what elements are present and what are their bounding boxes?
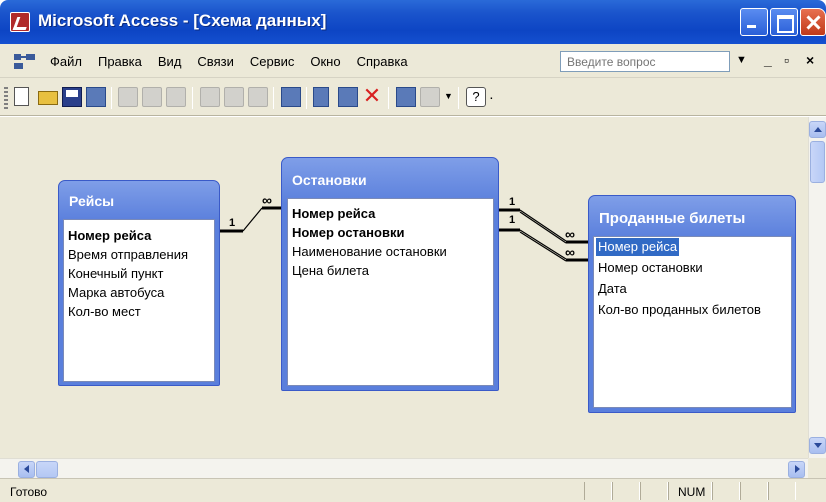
field-list[interactable]: Номер рейса Время отправления Конечный п… [63, 219, 215, 382]
status-text: Готово [10, 485, 48, 499]
print-icon[interactable] [118, 87, 138, 107]
close-button[interactable] [800, 8, 826, 36]
field-item-selected[interactable]: Номер рейса [596, 238, 680, 256]
spelling-icon[interactable] [166, 87, 186, 107]
help-icon[interactable]: ? [466, 87, 486, 107]
field-item[interactable]: Наименование остановки [292, 243, 447, 261]
menu-relationships[interactable]: Связи [197, 54, 233, 69]
field-list[interactable]: Номер рейса Номер остановки Дата Кол-во … [593, 236, 792, 408]
status-cell [768, 482, 796, 500]
relation-line[interactable] [519, 229, 567, 260]
toolbar-grip[interactable] [4, 87, 8, 109]
maximize-button[interactable] [770, 8, 798, 36]
doc-restore-button[interactable]: ▫ [784, 52, 789, 68]
vertical-scroll-thumb[interactable] [810, 141, 825, 183]
new-object-dropdown-icon[interactable]: ▼ [444, 91, 453, 101]
doc-minimize-button[interactable]: _ [764, 52, 772, 68]
relation-line[interactable] [519, 211, 567, 244]
relation-line[interactable] [242, 207, 263, 232]
status-cell [612, 482, 640, 500]
toolbar-separator [458, 87, 459, 109]
menu-edit[interactable]: Правка [98, 54, 142, 69]
doc-close-button[interactable]: × [806, 52, 814, 68]
relation-many-label: ∞ [262, 192, 272, 208]
vertical-scrollbar[interactable] [808, 117, 826, 458]
table-title[interactable]: Проданные билеты [599, 210, 745, 227]
field-item-key[interactable]: Номер остановки [292, 224, 404, 242]
new-object-icon[interactable] [420, 87, 440, 107]
horizontal-scroll-thumb[interactable] [36, 461, 58, 478]
horizontal-scrollbar[interactable] [0, 458, 808, 478]
status-cell [640, 482, 668, 500]
copy-icon[interactable] [224, 87, 244, 107]
status-cell [712, 482, 740, 500]
relation-one-label: 1 [509, 196, 515, 208]
toolbar-separator [273, 87, 274, 109]
status-bar: Готово NUM [0, 478, 826, 502]
paste-icon[interactable] [248, 87, 268, 107]
save-icon[interactable] [62, 87, 82, 107]
table-prodannye-bilety[interactable]: Проданные билеты Номер рейса Номер остан… [588, 195, 796, 413]
menu-bar: Файл Правка Вид Связи Сервис Окно Справк… [0, 44, 826, 78]
relation-many-label: ∞ [565, 244, 575, 260]
scroll-right-button[interactable] [788, 461, 805, 478]
toolbar-separator [111, 87, 112, 109]
relation-one-label: 1 [509, 214, 515, 226]
field-item[interactable]: Кол-во мест [68, 303, 141, 321]
field-item-key[interactable]: Номер рейса [68, 227, 151, 245]
title-bar: Microsoft Access - [Схема данных] [0, 0, 826, 44]
field-item[interactable]: Конечный пункт [68, 265, 163, 283]
print-preview-icon[interactable] [142, 87, 162, 107]
database-window-icon[interactable] [396, 87, 416, 107]
scroll-left-button[interactable] [18, 461, 35, 478]
table-reisy[interactable]: Рейсы Номер рейса Время отправления Коне… [58, 180, 220, 386]
menu-view[interactable]: Вид [158, 54, 182, 69]
show-direct-icon[interactable] [313, 87, 329, 107]
toolbar-separator [306, 87, 307, 109]
minimize-button[interactable] [740, 8, 768, 36]
field-item[interactable]: Кол-во проданных билетов [598, 301, 761, 319]
scrollbar-corner [808, 458, 826, 478]
field-list[interactable]: Номер рейса Номер остановки Наименование… [287, 198, 494, 386]
table-title[interactable]: Остановки [292, 172, 367, 188]
field-item[interactable]: Время отправления [68, 246, 188, 264]
help-dropdown-icon[interactable]: ▼ [736, 54, 747, 66]
relation-many-label: ∞ [565, 226, 575, 242]
menu-file[interactable]: Файл [50, 54, 82, 69]
status-cell [584, 482, 612, 500]
new-icon[interactable] [14, 87, 29, 106]
scroll-up-button[interactable] [809, 121, 826, 138]
window-title: Microsoft Access - [Схема данных] [38, 11, 327, 30]
cut-icon[interactable] [200, 87, 220, 107]
help-question-input[interactable] [560, 51, 730, 72]
field-item[interactable]: Дата [598, 280, 627, 298]
toolbar: ✕ ▼ ? . [0, 78, 826, 116]
field-item[interactable]: Марка автобуса [68, 284, 164, 302]
status-cell [740, 482, 768, 500]
open-icon[interactable] [38, 91, 58, 105]
num-lock-indicator: NUM [678, 485, 706, 499]
delete-icon[interactable]: ✕ [362, 82, 382, 108]
scroll-down-button[interactable] [809, 437, 826, 454]
relation-one-label: 1 [229, 217, 235, 229]
field-item[interactable]: Цена билета [292, 262, 369, 280]
menu-window[interactable]: Окно [310, 54, 340, 69]
table-title[interactable]: Рейсы [69, 193, 114, 209]
toolbar-separator [388, 87, 389, 109]
show-table-icon[interactable] [281, 87, 301, 107]
show-all-icon[interactable] [338, 87, 358, 107]
menu-tools[interactable]: Сервис [250, 54, 295, 69]
table-ostanovki[interactable]: Остановки Номер рейса Номер остановки На… [281, 157, 499, 391]
field-item[interactable]: Номер остановки [598, 259, 703, 277]
access-app-icon[interactable] [10, 12, 30, 32]
relationships-icon[interactable] [86, 87, 106, 107]
toolbar-separator [192, 87, 193, 109]
toolbar-options-icon[interactable]: . [490, 91, 493, 102]
relationships-window-icon[interactable] [14, 54, 36, 70]
field-item-key[interactable]: Номер рейса [292, 205, 375, 223]
menu-help[interactable]: Справка [357, 54, 408, 69]
